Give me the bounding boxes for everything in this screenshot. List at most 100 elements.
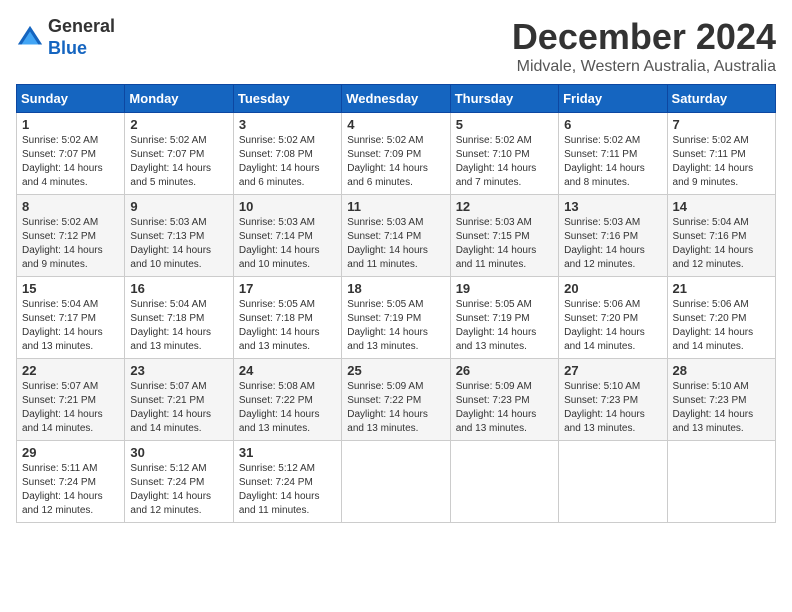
table-row: 30Sunrise: 5:12 AMSunset: 7:24 PMDayligh… (125, 441, 233, 523)
table-row: 12 Sunrise: 5:03 AMSunset: 7:15 PMDayligh… (450, 195, 558, 277)
month-title: December 2024 (512, 16, 776, 58)
header-sunday: Sunday (17, 85, 125, 113)
day-number: 29 (22, 445, 119, 460)
table-row: 27 Sunrise: 5:10 AMSunset: 7:23 PMDayligh… (559, 359, 667, 441)
day-number: 3 (239, 117, 336, 132)
day-info: Sunrise: 5:02 AMSunset: 7:07 PMDaylight:… (22, 134, 119, 190)
day-info: Sunrise: 5:03 AMSunset: 7:16 PMDaylight:… (564, 216, 661, 272)
table-row: 10 Sunrise: 5:03 AMSunset: 7:14 PMDayligh… (233, 195, 341, 277)
day-info: Sunrise: 5:02 AMSunset: 7:07 PMDaylight:… (130, 134, 227, 190)
table-row (667, 441, 775, 523)
day-info: Sunrise: 5:03 AMSunset: 7:15 PMDaylight:… (456, 216, 553, 272)
day-number: 2 (130, 117, 227, 132)
day-info: Sunrise: 5:02 AMSunset: 7:12 PMDaylight:… (22, 216, 119, 272)
table-row: 18 Sunrise: 5:05 AMSunset: 7:19 PMDayligh… (342, 277, 450, 359)
day-number: 16 (130, 281, 227, 296)
table-row: 15 Sunrise: 5:04 AMSunset: 7:17 PMDayligh… (17, 277, 125, 359)
day-number: 1 (22, 117, 119, 132)
table-row: 2 Sunrise: 5:02 AMSunset: 7:07 PMDaylight… (125, 113, 233, 195)
table-row: 13 Sunrise: 5:03 AMSunset: 7:16 PMDayligh… (559, 195, 667, 277)
day-info: Sunrise: 5:06 AMSunset: 7:20 PMDaylight:… (673, 298, 770, 354)
day-number: 31 (239, 445, 336, 460)
table-row: 3 Sunrise: 5:02 AMSunset: 7:08 PMDaylight… (233, 113, 341, 195)
header-wednesday: Wednesday (342, 85, 450, 113)
header: General Blue December 2024 Midvale, West… (16, 16, 776, 76)
day-number: 4 (347, 117, 444, 132)
day-info: Sunrise: 5:03 AMSunset: 7:13 PMDaylight:… (130, 216, 227, 272)
day-number: 9 (130, 199, 227, 214)
day-number: 27 (564, 363, 661, 378)
table-row: 9 Sunrise: 5:03 AMSunset: 7:13 PMDaylight… (125, 195, 233, 277)
table-row: 19Sunrise: 5:05 AMSunset: 7:19 PMDayligh… (450, 277, 558, 359)
header-tuesday: Tuesday (233, 85, 341, 113)
table-row: 8 Sunrise: 5:02 AMSunset: 7:12 PMDaylight… (17, 195, 125, 277)
day-number: 26 (456, 363, 553, 378)
logo: General Blue (16, 16, 115, 59)
day-info: Sunrise: 5:09 AMSunset: 7:22 PMDaylight:… (347, 380, 444, 436)
day-info: Sunrise: 5:08 AMSunset: 7:22 PMDaylight:… (239, 380, 336, 436)
table-row: 17Sunrise: 5:05 AMSunset: 7:18 PMDayligh… (233, 277, 341, 359)
logo-icon (16, 24, 44, 52)
day-info: Sunrise: 5:02 AMSunset: 7:11 PMDaylight:… (673, 134, 770, 190)
table-row: 7 Sunrise: 5:02 AMSunset: 7:11 PMDaylight… (667, 113, 775, 195)
logo-general: General (48, 16, 115, 36)
day-number: 18 (347, 281, 444, 296)
table-row: 6Sunrise: 5:02 AMSunset: 7:11 PMDaylight… (559, 113, 667, 195)
day-number: 17 (239, 281, 336, 296)
table-row: 1 Sunrise: 5:02 AMSunset: 7:07 PMDaylight… (17, 113, 125, 195)
day-number: 28 (673, 363, 770, 378)
title-area: December 2024 Midvale, Western Australia… (512, 16, 776, 76)
day-number: 6 (564, 117, 661, 132)
day-info: Sunrise: 5:06 AMSunset: 7:20 PMDaylight:… (564, 298, 661, 354)
day-number: 15 (22, 281, 119, 296)
table-row: 11 Sunrise: 5:03 AMSunset: 7:14 PMDayligh… (342, 195, 450, 277)
day-info: Sunrise: 5:10 AMSunset: 7:23 PMDaylight:… (673, 380, 770, 436)
table-row: 14Sunrise: 5:04 AMSunset: 7:16 PMDayligh… (667, 195, 775, 277)
day-info: Sunrise: 5:05 AMSunset: 7:19 PMDaylight:… (456, 298, 553, 354)
table-row: 29Sunrise: 5:11 AMSunset: 7:24 PMDayligh… (17, 441, 125, 523)
day-info: Sunrise: 5:02 AMSunset: 7:08 PMDaylight:… (239, 134, 336, 190)
day-info: Sunrise: 5:04 AMSunset: 7:16 PMDaylight:… (673, 216, 770, 272)
day-info: Sunrise: 5:03 AMSunset: 7:14 PMDaylight:… (347, 216, 444, 272)
day-number: 21 (673, 281, 770, 296)
day-number: 8 (22, 199, 119, 214)
table-row: 16 Sunrise: 5:04 AMSunset: 7:18 PMDayligh… (125, 277, 233, 359)
table-row: 25Sunrise: 5:09 AMSunset: 7:22 PMDayligh… (342, 359, 450, 441)
day-info: Sunrise: 5:05 AMSunset: 7:19 PMDaylight:… (347, 298, 444, 354)
day-number: 10 (239, 199, 336, 214)
location-subtitle: Midvale, Western Australia, Australia (512, 58, 776, 76)
header-thursday: Thursday (450, 85, 558, 113)
table-row: 20 Sunrise: 5:06 AMSunset: 7:20 PMDayligh… (559, 277, 667, 359)
day-info: Sunrise: 5:10 AMSunset: 7:23 PMDaylight:… (564, 380, 661, 436)
day-number: 22 (22, 363, 119, 378)
table-row: 26 Sunrise: 5:09 AMSunset: 7:23 PMDayligh… (450, 359, 558, 441)
table-row: 23Sunrise: 5:07 AMSunset: 7:21 PMDayligh… (125, 359, 233, 441)
day-info: Sunrise: 5:02 AMSunset: 7:09 PMDaylight:… (347, 134, 444, 190)
day-number: 23 (130, 363, 227, 378)
day-info: Sunrise: 5:02 AMSunset: 7:10 PMDaylight:… (456, 134, 553, 190)
day-info: Sunrise: 5:09 AMSunset: 7:23 PMDaylight:… (456, 380, 553, 436)
header-friday: Friday (559, 85, 667, 113)
table-row (450, 441, 558, 523)
day-info: Sunrise: 5:07 AMSunset: 7:21 PMDaylight:… (22, 380, 119, 436)
day-number: 11 (347, 199, 444, 214)
table-row: 5 Sunrise: 5:02 AMSunset: 7:10 PMDaylight… (450, 113, 558, 195)
day-number: 13 (564, 199, 661, 214)
day-number: 5 (456, 117, 553, 132)
day-info: Sunrise: 5:03 AMSunset: 7:14 PMDaylight:… (239, 216, 336, 272)
day-number: 12 (456, 199, 553, 214)
day-number: 24 (239, 363, 336, 378)
logo-text: General Blue (48, 16, 115, 59)
calendar-header-row: Sunday Monday Tuesday Wednesday Thursday… (17, 85, 776, 113)
day-info: Sunrise: 5:04 AMSunset: 7:17 PMDaylight:… (22, 298, 119, 354)
table-row: 28 Sunrise: 5:10 AMSunset: 7:23 PMDayligh… (667, 359, 775, 441)
day-info: Sunrise: 5:04 AMSunset: 7:18 PMDaylight:… (130, 298, 227, 354)
table-row: 21 Sunrise: 5:06 AMSunset: 7:20 PMDayligh… (667, 277, 775, 359)
table-row: 24 Sunrise: 5:08 AMSunset: 7:22 PMDayligh… (233, 359, 341, 441)
table-row: 22 Sunrise: 5:07 AMSunset: 7:21 PMDayligh… (17, 359, 125, 441)
table-row (342, 441, 450, 523)
table-row: 4 Sunrise: 5:02 AMSunset: 7:09 PMDaylight… (342, 113, 450, 195)
day-number: 7 (673, 117, 770, 132)
day-info: Sunrise: 5:12 AMSunset: 7:24 PMDaylight:… (130, 462, 227, 518)
day-number: 20 (564, 281, 661, 296)
